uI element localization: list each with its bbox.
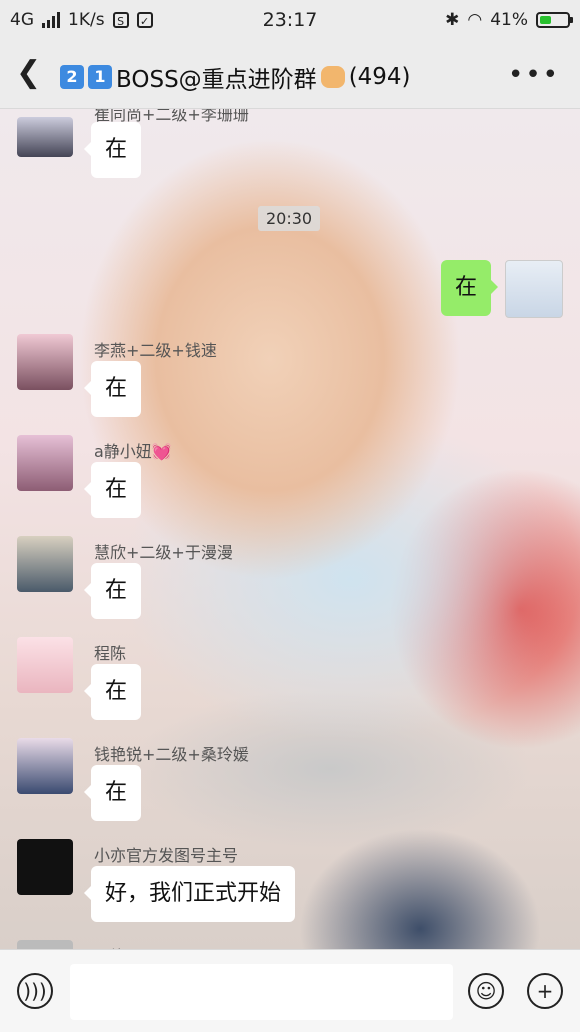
sender-name: 钱艳锐+二级+桑玲媛 [94, 745, 249, 764]
message-bubble[interactable]: 好，我们正式开始 [83, 866, 296, 922]
message-bubble[interactable]: 在 [83, 563, 142, 619]
sender-name: 慧欣+二级+于漫漫 [94, 543, 233, 562]
avatar[interactable] [17, 334, 73, 390]
group-name: BOSS@重点进阶群 [116, 67, 317, 93]
avatar[interactable] [17, 839, 73, 895]
avatar[interactable] [17, 940, 73, 949]
status-right: ✱ ◠ 41% [445, 10, 573, 30]
plus-icon[interactable]: + [527, 973, 563, 1009]
message-bubble[interactable]: 在 [83, 361, 142, 417]
message-bubble[interactable]: 在 [83, 664, 142, 720]
avatar[interactable] [17, 536, 73, 592]
status-bar: 4G 1K/s S ✓ 23:17 ✱ ◠ 41% [0, 0, 580, 40]
avatar[interactable] [17, 637, 73, 693]
voice-icon[interactable]: ))) [17, 973, 53, 1009]
battery-percent: 41% [490, 10, 528, 30]
my-avatar[interactable] [505, 260, 563, 318]
back-arrow-icon[interactable]: ❮ [16, 58, 41, 88]
battery-icon [536, 12, 573, 28]
chat-header: ❮ 2 1 BOSS@重点进阶群 (494) ••• [0, 40, 580, 109]
avatar[interactable] [17, 117, 73, 157]
message-bubble[interactable]: 在 [83, 122, 142, 178]
keycap-two-icon: 2 [60, 65, 84, 89]
avatar[interactable] [17, 738, 73, 794]
wifi-icon: ◠ [467, 10, 483, 30]
chat-messages[interactable]: 崔同尚+二级+李珊珊 在 20:30 在 李燕+二级+钱速 在 a静小妞💓 在 … [0, 109, 580, 949]
chat-title[interactable]: 2 1 BOSS@重点进阶群 (494) [60, 60, 411, 94]
message-input[interactable] [70, 964, 453, 1020]
member-count: (494) [348, 64, 411, 90]
my-message-bubble[interactable]: 在 [441, 260, 499, 316]
sender-name: 小亦官方发图号主号 [94, 846, 239, 865]
emoji-icon[interactable]: ☺ [468, 973, 504, 1009]
sender-name: 程陈 [94, 644, 127, 663]
message-bubble[interactable]: 在 [83, 765, 142, 821]
avatar[interactable] [17, 435, 73, 491]
sender-name: a静小妞💓 [94, 442, 172, 461]
bluetooth-icon: ✱ [445, 10, 460, 30]
input-bar: ))) ☺ + [0, 949, 580, 1032]
more-options-icon[interactable]: ••• [508, 60, 560, 90]
sender-name: 李燕+二级+钱速 [94, 341, 217, 360]
message-timestamp: 20:30 [258, 206, 321, 231]
keycap-one-icon: 1 [88, 65, 112, 89]
fist-emoji-icon [320, 66, 345, 88]
message-bubble[interactable]: 在 [83, 462, 142, 518]
